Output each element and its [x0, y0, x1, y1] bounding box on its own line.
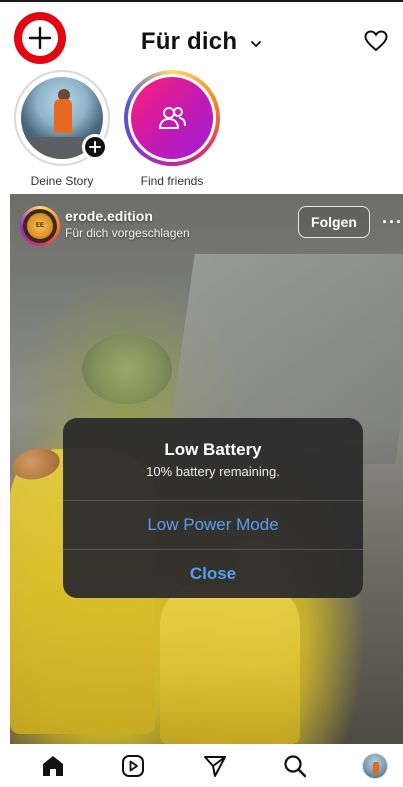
post-header: EE erode.edition Für dich vorgeschlagen …	[10, 194, 403, 250]
story-label: Find friends	[140, 174, 204, 188]
more-options-icon[interactable]: ···	[382, 212, 403, 233]
home-icon	[43, 756, 63, 776]
story-ring	[124, 70, 220, 166]
chevron-down-icon	[250, 29, 262, 57]
close-button[interactable]: Close	[63, 550, 363, 598]
find-friends-avatar	[131, 77, 213, 159]
story-label: Deine Story	[30, 174, 94, 188]
nav-messages[interactable]	[201, 752, 229, 780]
bottom-navigation	[0, 744, 403, 787]
plus-icon	[89, 141, 101, 153]
alert-message: 10% battery remaining.	[146, 464, 280, 479]
stories-tray: Deine Story Find friends	[0, 70, 403, 190]
story-your-story[interactable]: Deine Story	[12, 70, 112, 188]
low-power-mode-button[interactable]: Low Power Mode	[63, 501, 363, 549]
reels-icon	[122, 755, 144, 777]
follow-button[interactable]: Folgen	[298, 206, 370, 238]
feed-selector[interactable]: Für dich	[0, 28, 403, 57]
nav-profile[interactable]	[361, 752, 389, 780]
status-divider	[0, 0, 403, 2]
notifications-heart-button[interactable]	[363, 28, 389, 54]
alert-title: Low Battery	[164, 440, 262, 459]
profile-avatar	[362, 753, 388, 779]
brand-logo: EE	[27, 213, 53, 239]
low-battery-alert: Low Battery 10% battery remaining. Low P…	[63, 418, 363, 598]
search-icon	[284, 755, 307, 778]
post-author-avatar[interactable]: EE	[20, 206, 60, 246]
people-icon	[159, 107, 186, 129]
send-icon	[204, 756, 226, 777]
nav-reels[interactable]	[119, 752, 147, 780]
heart-icon	[364, 30, 388, 52]
instagram-feed-screen: Für dich Deine Story Find friends EE ero…	[0, 0, 403, 787]
add-story-button[interactable]	[82, 134, 108, 160]
nav-home[interactable]	[39, 752, 67, 780]
page-title: Für dich	[140, 28, 238, 55]
story-find-friends[interactable]: Find friends	[122, 70, 222, 188]
post-suggestion-label: Für dich vorgeschlagen	[65, 226, 190, 240]
nav-search[interactable]	[281, 752, 309, 780]
post-username[interactable]: erode.edition	[65, 208, 153, 224]
top-header: Für dich	[0, 0, 403, 80]
